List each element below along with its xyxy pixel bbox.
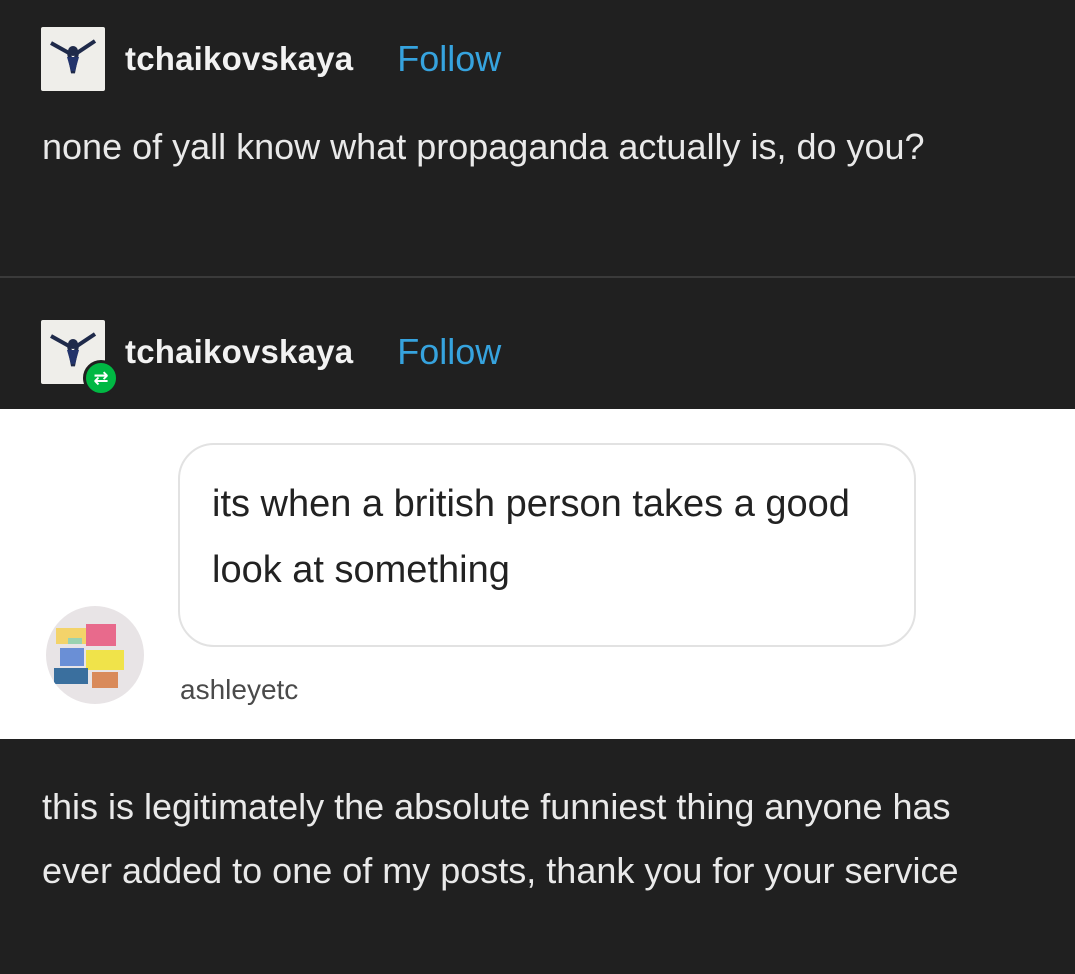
reblog-header: ⇄ tchaikovskaya Follow [41,320,501,396]
comment-username: ashleyetc [180,674,299,705]
user-avatar[interactable] [41,27,105,91]
reblog-username[interactable]: tchaikovskaya [125,333,353,371]
follow-button[interactable]: Follow [397,38,501,80]
embedded-comment-image: its when a british person takes a good l… [0,409,1075,739]
post-body-text: none of yall know what propaganda actual… [42,126,925,167]
reblog-follow-button[interactable]: Follow [397,331,501,373]
reblog-body: this is legitimately the absolute funnie… [0,739,1075,974]
comment-text: its when a british person takes a good l… [212,483,850,591]
post-username[interactable]: tchaikovskaya [125,40,353,78]
original-post: tchaikovskaya Follow none of yall know w… [0,0,1075,276]
collage-avatar-icon [54,624,124,688]
gymnast-avatar-icon [50,39,97,74]
reblog-arrows-icon: ⇄ [83,360,119,396]
reblog-header-block: ⇄ tchaikovskaya Follow [0,278,1075,409]
reblog-body-text: this is legitimately the absolute funnie… [42,786,959,891]
original-post-header: tchaikovskaya Follow [41,27,501,91]
comment-bubble: its when a british person takes a good l… [178,443,916,647]
reblog-user-avatar[interactable]: ⇄ [41,320,119,396]
commenter-avatar [46,606,144,704]
